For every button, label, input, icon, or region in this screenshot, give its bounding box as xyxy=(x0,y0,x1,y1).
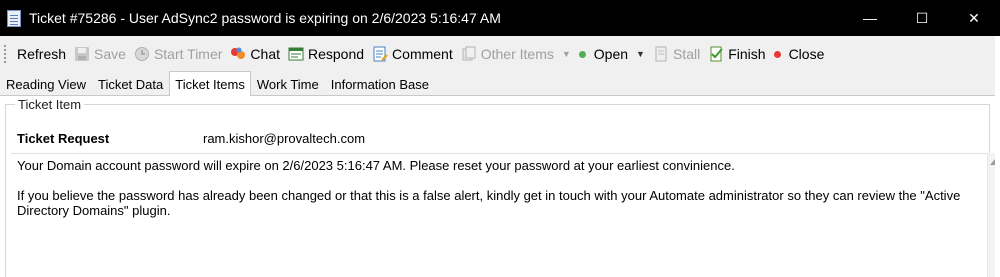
message-textarea[interactable]: Your Domain account password will expire… xyxy=(11,153,987,277)
comment-button[interactable]: Comment xyxy=(368,42,457,66)
open-button[interactable]: Open ▼ xyxy=(575,42,649,66)
chat-button[interactable]: Chat xyxy=(226,42,284,66)
requester-email: ram.kishor@provaltech.com xyxy=(203,131,366,146)
close-status-icon xyxy=(773,50,781,58)
tab-information-base[interactable]: Information Base xyxy=(325,73,435,95)
floppy-disk-icon xyxy=(74,46,90,62)
start-timer-button[interactable]: Start Timer xyxy=(130,42,226,66)
group-label: Ticket Item xyxy=(15,97,85,112)
documents-icon xyxy=(461,46,477,62)
minimize-button[interactable]: — xyxy=(844,0,896,36)
chat-icon xyxy=(230,46,246,62)
ticket-item-group: Ticket Item Ticket Request ram.kishor@pr… xyxy=(5,97,1000,277)
stall-icon xyxy=(653,46,669,62)
save-label: Save xyxy=(94,46,126,62)
close-label: Close xyxy=(788,46,825,62)
start-timer-label: Start Timer xyxy=(153,46,223,62)
ticket-items-panel: Ticket Item Ticket Request ram.kishor@pr… xyxy=(0,96,1000,277)
title-bar: Ticket #75286 - User AdSync2 password is… xyxy=(0,0,1000,36)
chevron-down-icon[interactable]: ▼ xyxy=(562,49,571,59)
close-icon: ✕ xyxy=(968,9,980,26)
ticket-request-label: Ticket Request xyxy=(17,131,110,146)
maximize-button[interactable]: ☐ xyxy=(896,0,948,36)
close-ticket-button[interactable]: Close xyxy=(770,42,829,66)
comment-label: Comment xyxy=(392,46,453,62)
finish-button[interactable]: Finish xyxy=(704,42,769,66)
chat-label: Chat xyxy=(250,46,280,62)
refresh-label: Refresh xyxy=(17,46,67,62)
refresh-button[interactable]: Refresh xyxy=(13,42,70,66)
respond-button[interactable]: Respond xyxy=(284,42,368,66)
document-icon xyxy=(7,9,21,27)
chevron-down-icon[interactable]: ▼ xyxy=(636,49,645,59)
window-title: Ticket #75286 - User AdSync2 password is… xyxy=(29,10,501,26)
open-status-icon xyxy=(578,50,586,58)
tab-reading-view[interactable]: Reading View xyxy=(0,73,92,95)
finish-icon xyxy=(708,46,724,62)
respond-icon xyxy=(288,46,304,62)
toolbar: Refresh Save Start Timer Chat Respond Co… xyxy=(0,38,995,70)
message-text: Your Domain account password will expire… xyxy=(17,158,961,218)
other-items-label: Other Items xyxy=(480,46,554,62)
finish-label: Finish xyxy=(728,46,766,62)
minimize-icon: — xyxy=(863,10,877,26)
tab-ticket-items[interactable]: Ticket Items xyxy=(169,71,251,96)
window-controls: — ☐ ✕ xyxy=(844,0,1000,36)
window-edge xyxy=(995,36,1000,277)
toolbar-grip[interactable] xyxy=(4,45,7,63)
close-window-button[interactable]: ✕ xyxy=(948,0,1000,36)
open-label: Open xyxy=(593,46,629,62)
stall-label: Stall xyxy=(672,46,701,62)
save-button[interactable]: Save xyxy=(70,42,130,66)
stall-button[interactable]: Stall xyxy=(649,42,704,66)
tab-ticket-data[interactable]: Ticket Data xyxy=(92,73,169,95)
timer-icon xyxy=(134,46,150,62)
respond-label: Respond xyxy=(308,46,365,62)
tab-work-time[interactable]: Work Time xyxy=(251,73,325,95)
comment-icon xyxy=(372,46,388,62)
tab-strip: Reading View Ticket Data Ticket Items Wo… xyxy=(0,71,995,96)
maximize-icon: ☐ xyxy=(915,9,929,26)
other-items-button[interactable]: Other Items ▼ xyxy=(457,42,575,66)
